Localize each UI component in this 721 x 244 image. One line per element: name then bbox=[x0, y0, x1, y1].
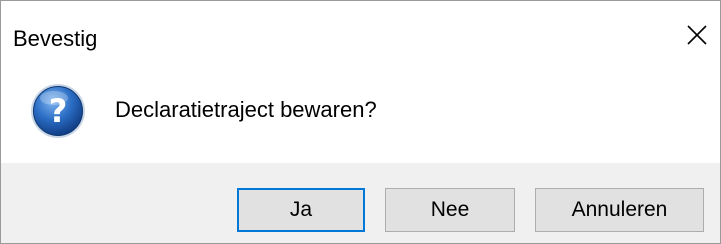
title-bar: Bevestig bbox=[1, 1, 720, 61]
cancel-button[interactable]: Annuleren bbox=[535, 188, 704, 232]
confirm-dialog: Bevestig ? Declaratietraject bewaren? Ja… bbox=[0, 0, 721, 244]
dialog-message: Declaratietraject bewaren? bbox=[115, 97, 377, 122]
question-icon: ? bbox=[31, 84, 85, 138]
dialog-content: ? Declaratietraject bewaren? bbox=[1, 61, 720, 163]
close-button[interactable] bbox=[675, 13, 719, 57]
button-bar: Ja Nee Annuleren bbox=[1, 163, 720, 243]
dialog-title: Bevestig bbox=[13, 26, 98, 51]
close-icon bbox=[687, 25, 707, 45]
no-button[interactable]: Nee bbox=[385, 188, 515, 232]
yes-button[interactable]: Ja bbox=[237, 188, 365, 232]
svg-text:?: ? bbox=[49, 92, 68, 130]
